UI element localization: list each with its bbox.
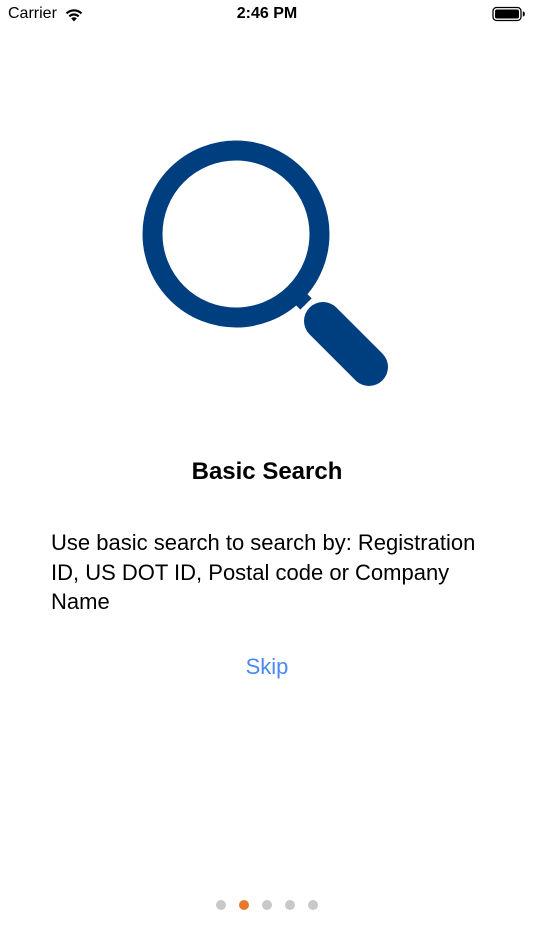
page-dot[interactable] bbox=[285, 900, 295, 910]
page-dot[interactable] bbox=[262, 900, 272, 910]
battery-full-icon bbox=[492, 6, 525, 22]
page-dot[interactable] bbox=[216, 900, 226, 910]
onboarding-description: Use basic search to search by: Registrat… bbox=[51, 530, 476, 614]
page-indicator[interactable] bbox=[0, 900, 534, 910]
skip-button[interactable]: Skip bbox=[217, 650, 317, 684]
page-dot[interactable] bbox=[308, 900, 318, 910]
page-dot-active[interactable] bbox=[239, 900, 249, 910]
magnifying-glass-icon bbox=[142, 140, 388, 386]
status-time: 2:46 PM bbox=[236, 5, 298, 22]
status-bar: Carrier 2:46 PM bbox=[0, 0, 534, 30]
page-title: Basic Search bbox=[191, 458, 343, 485]
